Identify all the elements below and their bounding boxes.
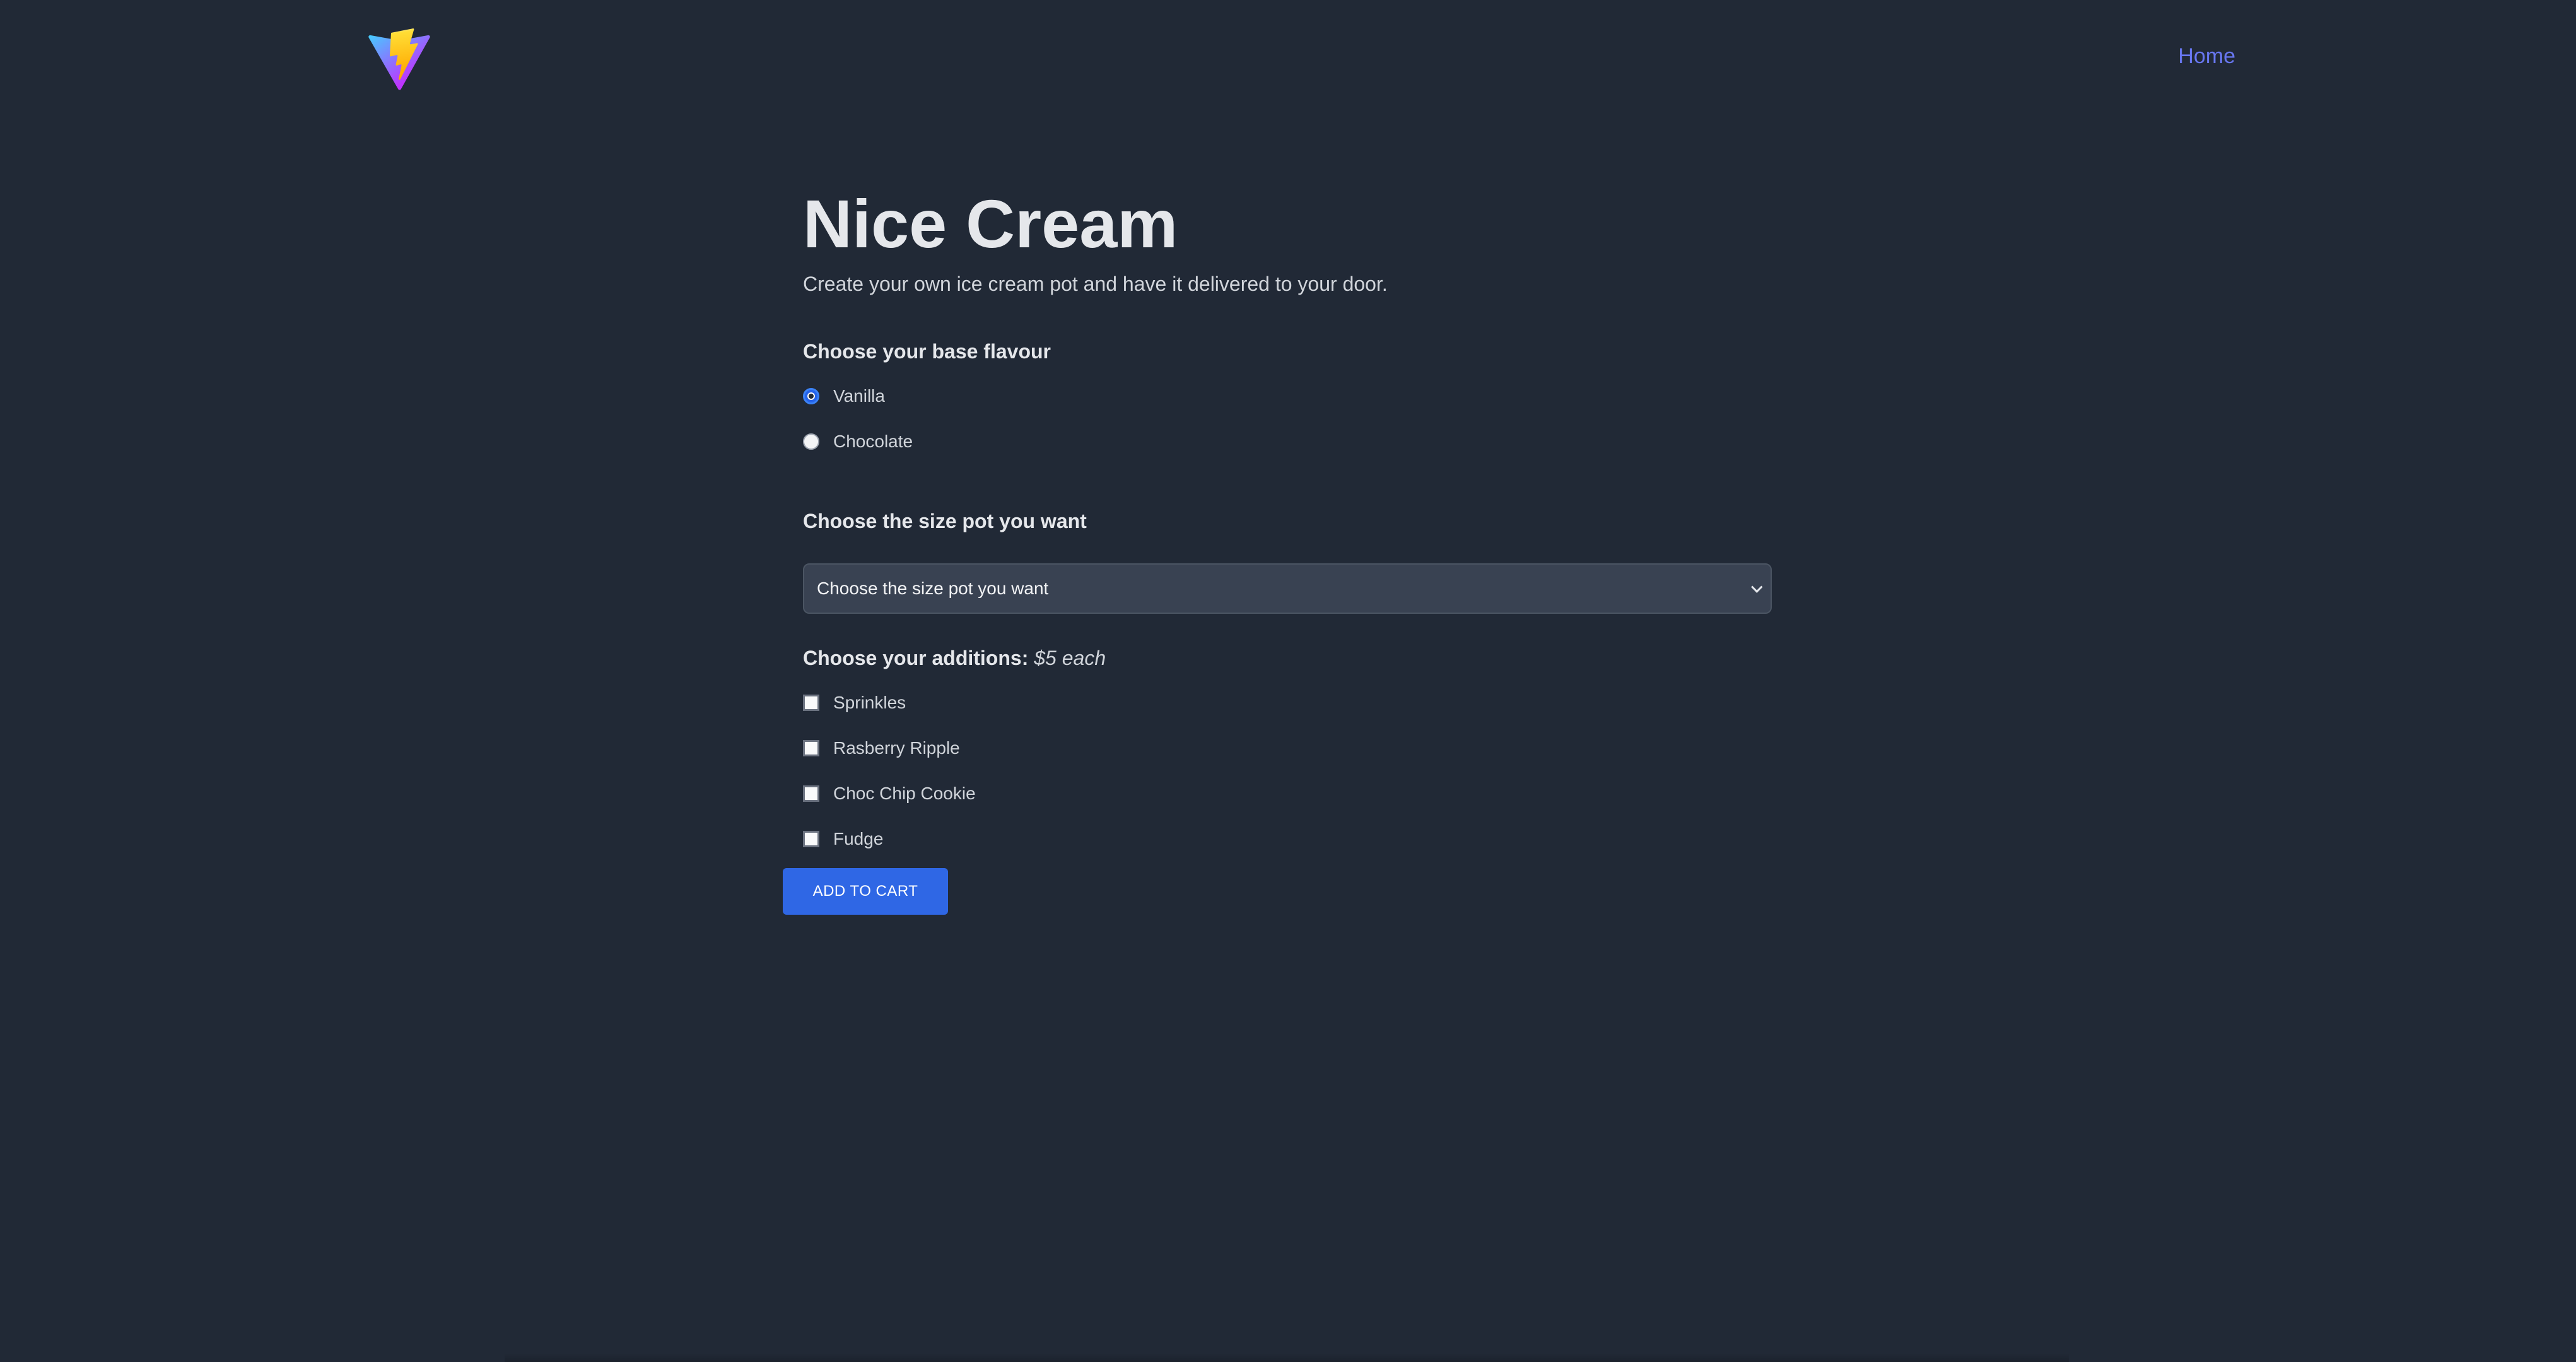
checkbox-choc-chip-cookie[interactable] — [803, 785, 819, 802]
page-subtitle: Create your own ice cream pot and have i… — [803, 273, 1388, 295]
addition-choc-chip-cookie[interactable]: Choc Chip Cookie — [803, 781, 1774, 806]
flavour-option-chocolate[interactable]: Chocolate — [803, 429, 1774, 454]
additions-price-note: $5 each — [1034, 647, 1106, 669]
additions-heading-text: Choose your additions: — [803, 647, 1029, 669]
chevron-down-icon — [1751, 580, 1763, 593]
size-select[interactable]: Choose the size pot you want — [803, 563, 1772, 614]
addition-sprinkles[interactable]: Sprinkles — [803, 690, 1774, 715]
flavour-option-label: Vanilla — [833, 386, 885, 406]
flavour-heading: Choose your base flavour — [803, 340, 1051, 363]
page: Home Nice Cream Create your own ice crea… — [0, 0, 2576, 1362]
addition-label: Fudge — [833, 829, 884, 848]
vite-logo-icon[interactable] — [367, 28, 431, 92]
size-heading: Choose the size pot you want — [803, 510, 1087, 532]
addition-fudge[interactable]: Fudge — [803, 826, 1774, 852]
flavour-option-label: Chocolate — [833, 431, 913, 451]
addition-label: Sprinkles — [833, 693, 906, 712]
checkbox-fudge[interactable] — [803, 831, 819, 847]
addition-label: Rasberry Ripple — [833, 738, 960, 758]
nav-home-link[interactable]: Home — [2178, 44, 2235, 69]
addition-rasberry-ripple[interactable]: Rasberry Ripple — [803, 736, 1774, 761]
size-select-value: Choose the size pot you want — [817, 578, 1049, 598]
footer-edge — [505, 1353, 2069, 1362]
radio-chocolate[interactable] — [803, 433, 819, 450]
addition-label: Choc Chip Cookie — [833, 784, 976, 803]
main-content: Nice Cream Create your own ice cream pot… — [783, 183, 1774, 915]
additions-heading: Choose your additions: $5 each — [803, 647, 1774, 670]
flavour-option-vanilla[interactable]: Vanilla — [803, 384, 1774, 409]
checkbox-sprinkles[interactable] — [803, 695, 819, 711]
add-to-cart-button[interactable]: ADD TO CART — [783, 868, 948, 915]
radio-vanilla[interactable] — [803, 388, 819, 404]
page-title: Nice Cream — [803, 185, 1178, 262]
checkbox-rasberry-ripple[interactable] — [803, 740, 819, 756]
